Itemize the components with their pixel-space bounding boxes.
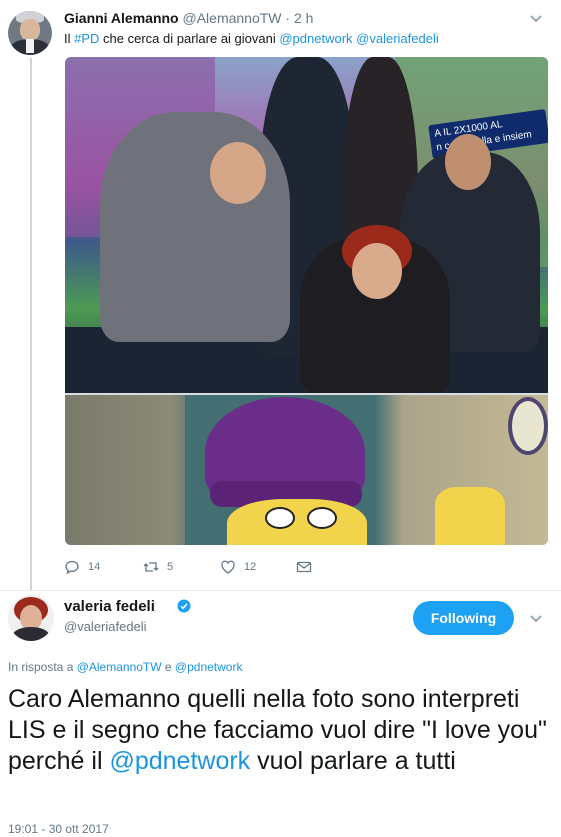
retweet-count: 5	[167, 561, 174, 573]
tweet-gianni: Gianni Alemanno @AlemannoTW · 2 h Il #PD…	[0, 0, 561, 590]
reply-count: 14	[88, 561, 101, 573]
like-count: 12	[244, 561, 257, 573]
tweet-media[interactable]: A IL 2X1000 AL n costa nulla e insiem	[65, 57, 548, 545]
heart-icon	[221, 560, 235, 574]
time-separator: ·	[285, 10, 291, 26]
reply-icon	[65, 560, 79, 575]
in-reply-to: In risposta a @AlemannoTW e @pdnetwork	[8, 660, 242, 674]
photo-cartoon[interactable]	[65, 395, 548, 545]
envelope-icon	[296, 561, 312, 573]
author-name[interactable]: Gianni Alemanno	[64, 10, 179, 26]
author-handle[interactable]: @AlemannoTW	[183, 10, 282, 26]
retweet-icon	[143, 562, 159, 572]
mention-pdnetwork[interactable]: @pdnetwork	[279, 31, 352, 46]
retweet-button[interactable]: 5	[143, 556, 173, 578]
tweet-valeria: valeria fedeli @valeriafedeli Following …	[0, 591, 561, 837]
tweet-header: Gianni Alemanno @AlemannoTW · 2 h	[64, 10, 313, 26]
tweet-actions: 14 5 12	[64, 556, 364, 578]
tweet-time[interactable]: 2 h	[294, 10, 313, 26]
hashtag-link[interactable]: #PD	[74, 31, 99, 46]
mention-pdnetwork[interactable]: @pdnetwork	[175, 660, 243, 674]
author-name[interactable]: valeria fedeli	[64, 598, 155, 615]
in-reply-conj: e	[161, 660, 175, 674]
message-button[interactable]	[296, 556, 312, 578]
author-handle[interactable]: @valeriafedeli	[64, 619, 147, 634]
chevron-down-icon[interactable]	[529, 612, 543, 626]
following-button[interactable]: Following	[413, 601, 514, 635]
thread-line	[30, 58, 32, 590]
tweet-text-prefix: Il	[64, 31, 75, 46]
tweet-text: Il #PD che cerca di parlare ai giovani @…	[64, 31, 439, 46]
verified-badge-icon	[177, 599, 191, 613]
tweet-text-part2: vuol parlare a tutti	[250, 747, 456, 775]
in-reply-prefix: In risposta a	[8, 660, 77, 674]
like-button[interactable]: 12	[220, 556, 256, 578]
avatar-valeria[interactable]	[8, 595, 54, 641]
mention-valeriafedeli[interactable]: @valeriafedeli	[356, 31, 439, 46]
tweet-timestamp[interactable]: 19:01 - 30 ott 2017	[8, 822, 109, 836]
tweet-text-middle: che cerca di parlare ai giovani	[99, 31, 280, 46]
reply-button[interactable]: 14	[64, 556, 100, 578]
chevron-down-icon[interactable]	[529, 12, 543, 26]
avatar-gianni[interactable]	[8, 11, 52, 55]
tweet-text: Caro Alemanno quelli nella foto sono int…	[8, 684, 548, 777]
photo-event[interactable]: A IL 2X1000 AL n costa nulla e insiem	[65, 57, 548, 393]
mention-alemannotw[interactable]: @AlemannoTW	[77, 660, 162, 674]
mention-pdnetwork-inline[interactable]: @pdnetwork	[109, 747, 250, 775]
